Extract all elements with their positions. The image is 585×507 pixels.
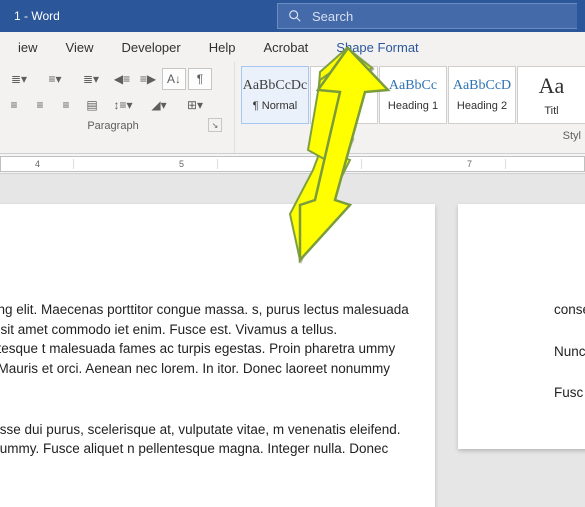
style-heading-2[interactable]: AaBbCcD Heading 2 (448, 66, 516, 124)
ribbon: ≣▾ ≡▾ ≣▾ ◀≡ ≡▶ A↓ ¶ ≡ ≡ ≡ ▤ ↕≡▾ ◢▾ ⊞▾ Pa… (0, 62, 585, 154)
paragraph-group-label: Paragraph ↘ (2, 120, 224, 132)
tab-shape-format[interactable]: Shape Format (322, 32, 432, 62)
bullets-button[interactable]: ≣▾ (2, 68, 36, 90)
show-marks-button[interactable]: ¶ (188, 68, 212, 90)
style-title[interactable]: Aa Titl (517, 66, 585, 124)
align-right-button[interactable]: ≡ (54, 94, 78, 116)
multilevel-button[interactable]: ≣▾ (74, 68, 108, 90)
tab-acrobat[interactable]: Acrobat (249, 32, 322, 62)
styles-group-label: Styl (241, 130, 585, 142)
style-no-spacing[interactable]: BbCcDc Spac... (310, 66, 378, 124)
decrease-indent-button[interactable]: ◀≡ (110, 68, 134, 90)
tab-developer[interactable]: Developer (107, 32, 194, 62)
style-heading-1[interactable]: AaBbCc Heading 1 (379, 66, 447, 124)
sort-button[interactable]: A↓ (162, 68, 186, 90)
search-icon (288, 9, 302, 23)
document-area: dipiscing elit. Maecenas porttitor congu… (0, 174, 585, 507)
paragraph-text: conse pulvi (554, 300, 585, 320)
shading-button[interactable]: ◢▾ (142, 94, 176, 116)
document-page-left[interactable]: dipiscing elit. Maecenas porttitor congu… (0, 204, 435, 507)
paragraph-text: spendisse dui purus, scelerisque at, vul… (0, 420, 411, 479)
paragraph-group: ≣▾ ≡▾ ≣▾ ◀≡ ≡▶ A↓ ¶ ≡ ≡ ≡ ▤ ↕≡▾ ◢▾ ⊞▾ Pa… (0, 62, 235, 153)
document-page-right[interactable]: conse pulvi Nunc sene Maur purus eleif F… (458, 204, 585, 449)
numbering-button[interactable]: ≡▾ (38, 68, 72, 90)
tab-review-partial[interactable]: iew (4, 32, 52, 62)
styles-group: AaBbCcDc ¶ Normal BbCcDc Spac... AaBbCc … (235, 62, 585, 153)
borders-button[interactable]: ⊞▾ (178, 94, 212, 116)
justify-button[interactable]: ▤ (80, 94, 104, 116)
tab-view[interactable]: View (52, 32, 108, 62)
align-left-button[interactable]: ≡ (2, 94, 26, 116)
paragraph-text: Fusc metu Done metu (554, 383, 585, 403)
title-bar: 1 - Word Search (0, 0, 585, 32)
tab-help[interactable]: Help (195, 32, 250, 62)
ribbon-tabs: iew View Developer Help Acrobat Shape Fo… (0, 32, 585, 62)
paragraph-text: Nunc sene Maur purus eleif (554, 342, 585, 362)
align-center-button[interactable]: ≡ (28, 94, 52, 116)
ruler[interactable]: 4 5 6 7 (0, 156, 585, 172)
paragraph-dialog-launcher[interactable]: ↘ (208, 118, 222, 132)
ruler-area: 4 5 6 7 (0, 154, 585, 174)
paragraph-text: dipiscing elit. Maecenas porttitor congu… (0, 300, 411, 398)
window-title: 1 - Word (8, 9, 60, 23)
increase-indent-button[interactable]: ≡▶ (136, 68, 160, 90)
style-normal[interactable]: AaBbCcDc ¶ Normal (241, 66, 309, 124)
line-spacing-button[interactable]: ↕≡▾ (106, 94, 140, 116)
search-box[interactable]: Search (277, 3, 577, 29)
search-placeholder: Search (312, 9, 353, 24)
